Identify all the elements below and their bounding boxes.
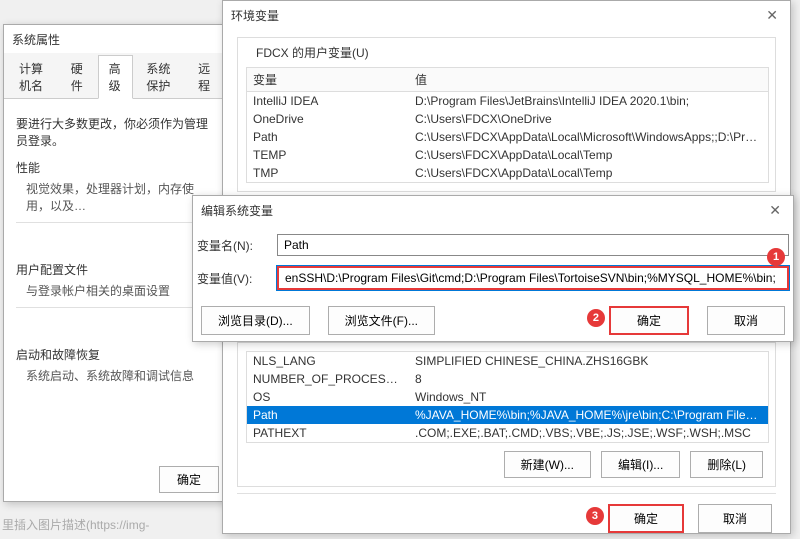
- sysprop-title: 系统属性: [12, 31, 60, 48]
- label-varname: 变量名(N):: [197, 237, 277, 254]
- tab-hardware[interactable]: 硬件: [60, 55, 96, 98]
- col-variable: 变量: [247, 68, 409, 92]
- profile-title: 用户配置文件: [16, 261, 217, 278]
- sysprop-hint: 要进行大多数更改，你必须作为管理员登录。: [16, 115, 217, 149]
- env-ok-button[interactable]: 确定: [608, 504, 684, 533]
- table-row[interactable]: IntelliJ IDEAD:\Program Files\JetBrains\…: [247, 92, 768, 110]
- table-row[interactable]: NUMBER_OF_PROCESSORS8: [247, 370, 768, 388]
- col-value: 值: [409, 68, 768, 92]
- label-varvalue: 变量值(V):: [197, 270, 277, 287]
- browse-file-button[interactable]: 浏览文件(F)...: [328, 306, 435, 335]
- user-vars-table[interactable]: 变量 值 IntelliJ IDEAD:\Program Files\JetBr…: [246, 67, 769, 183]
- startup-title: 启动和故障恢复: [16, 346, 217, 363]
- system-vars-table[interactable]: NLS_LANGSIMPLIFIED CHINESE_CHINA.ZHS16GB…: [246, 351, 769, 443]
- divider: [237, 493, 776, 494]
- env-cancel-button[interactable]: 取消: [698, 504, 772, 533]
- table-row[interactable]: Path%JAVA_HOME%\bin;%JAVA_HOME%\jre\bin;…: [247, 406, 768, 424]
- sysprop-tabs: 计算机名 硬件 高级 系统保护 远程: [4, 53, 229, 99]
- divider: [16, 222, 217, 223]
- perf-title: 性能: [16, 159, 217, 176]
- edit-button[interactable]: 编辑(I)...: [601, 451, 680, 478]
- tab-computer-name[interactable]: 计算机名: [8, 55, 58, 98]
- delete-button[interactable]: 删除(L): [690, 451, 763, 478]
- perf-sub: 视觉效果，处理器计划，内存使用，以及…: [16, 180, 217, 214]
- user-vars-label: FDCX 的用户变量(U): [252, 44, 373, 61]
- divider: [16, 307, 217, 308]
- table-row[interactable]: OneDriveC:\Users\FDCX\OneDrive: [247, 110, 768, 128]
- profile-sub: 与登录帐户相关的桌面设置: [16, 282, 217, 299]
- env-titlebar: 环境变量 ✕: [223, 1, 790, 29]
- sysprop-titlebar: 系统属性: [4, 25, 229, 53]
- editvar-cancel-button[interactable]: 取消: [707, 306, 785, 335]
- edit-sysvar-dialog: 编辑系统变量 ✕ 变量名(N): 变量值(V): 1 浏览目录(D)... 浏览…: [192, 195, 794, 342]
- varvalue-input[interactable]: [277, 266, 789, 290]
- close-icon[interactable]: ✕: [762, 7, 782, 24]
- editvar-ok-button[interactable]: 确定: [609, 306, 689, 335]
- marker-3: 3: [586, 507, 604, 525]
- new-button[interactable]: 新建(W)...: [504, 451, 591, 478]
- tab-protection[interactable]: 系统保护: [135, 55, 185, 98]
- env-title: 环境变量: [231, 7, 279, 24]
- browse-dir-button[interactable]: 浏览目录(D)...: [201, 306, 310, 335]
- sysprop-ok-button[interactable]: 确定: [159, 466, 219, 493]
- table-row[interactable]: NLS_LANGSIMPLIFIED CHINESE_CHINA.ZHS16GB…: [247, 352, 768, 370]
- marker-1: 1: [767, 248, 785, 266]
- tab-advanced[interactable]: 高级: [98, 55, 134, 99]
- tab-remote[interactable]: 远程: [187, 55, 223, 98]
- startup-sub: 系统启动、系统故障和调试信息: [16, 367, 217, 384]
- varname-input[interactable]: [277, 234, 789, 256]
- table-row[interactable]: TMPC:\Users\FDCX\AppData\Local\Temp: [247, 164, 768, 182]
- close-icon[interactable]: ✕: [765, 202, 785, 219]
- footer-text: 里插入图片描述(https://img-: [2, 516, 149, 533]
- table-row[interactable]: PathC:\Users\FDCX\AppData\Local\Microsof…: [247, 128, 768, 146]
- table-row[interactable]: PATHEXT.COM;.EXE;.BAT;.CMD;.VBS;.VBE;.JS…: [247, 424, 768, 442]
- table-row[interactable]: TEMPC:\Users\FDCX\AppData\Local\Temp: [247, 146, 768, 164]
- editvar-title: 编辑系统变量: [201, 202, 273, 219]
- editvar-titlebar: 编辑系统变量 ✕: [193, 196, 793, 224]
- marker-2: 2: [587, 309, 605, 327]
- table-row[interactable]: OSWindows_NT: [247, 388, 768, 406]
